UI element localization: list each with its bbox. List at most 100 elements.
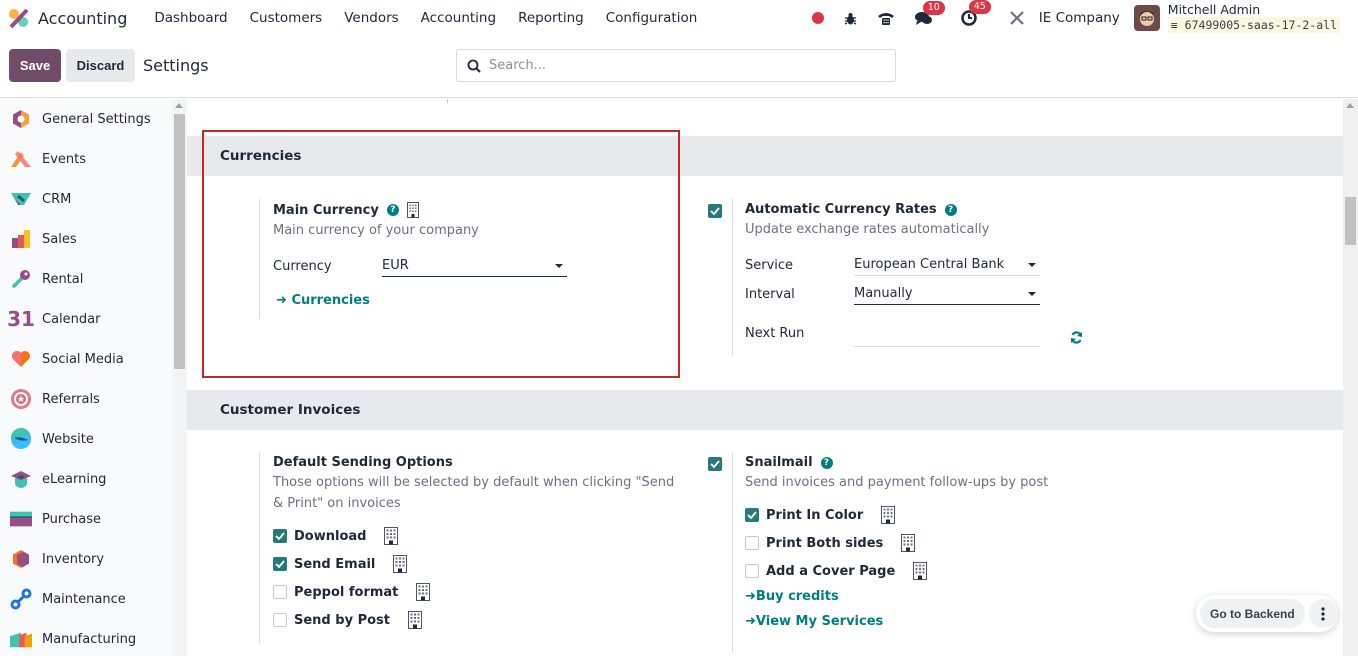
sidebar-item-inventory[interactable]: Inventory [0,539,172,579]
option-row[interactable]: Add a Cover Page [745,557,1125,585]
option-row[interactable]: Print Both sides [745,529,1125,557]
next-run-input[interactable] [854,319,1040,347]
menu-vendors[interactable]: Vendors [344,10,398,26]
content-scrollbar[interactable] [1343,99,1358,656]
auto-rates-title: Automatic Currency Rates ? [745,202,1125,217]
company-switcher[interactable]: IE Company [1039,10,1120,26]
settings-sidebar: General Settings Events CRM Sales Rental… [0,99,172,656]
phone-icon[interactable] [877,11,895,25]
currency-select[interactable]: EUR [382,255,567,277]
sidebar-item-sales[interactable]: Sales [0,219,172,259]
currency-field-label: Currency [273,258,332,274]
menu-reporting[interactable]: Reporting [518,10,584,26]
calendar-glyph: 31 [7,307,35,331]
maintenance-icon [10,588,32,610]
crm-icon [10,188,32,210]
sidebar-item-general-settings[interactable]: General Settings [0,99,172,139]
view-my-services-link[interactable]: ➜View My Services [745,614,1125,629]
interval-label: Interval [745,286,795,302]
sidebar-item-maintenance[interactable]: Maintenance [0,579,172,619]
auto-rates-checkbox[interactable] [708,204,722,218]
option-checkbox[interactable] [273,529,287,543]
option-checkbox[interactable] [745,508,759,522]
save-button[interactable]: Save [9,49,61,82]
option-checkbox[interactable] [273,557,287,571]
setting-auto-currency-rates: Automatic Currency Rates ? Update exchan… [745,202,1125,347]
sidebar-label: Calendar [42,311,101,327]
user-avatar[interactable] [1133,5,1160,31]
more-options-button[interactable] [1308,599,1338,628]
bug-icon[interactable] [844,12,857,25]
sidebar-item-events[interactable]: Events [0,139,172,179]
search-icon [467,59,481,73]
record-icon[interactable] [811,12,824,24]
sidebar-label: Inventory [42,551,105,567]
sidebar-item-rental[interactable]: Rental [0,259,172,299]
currency-field-row: Currency EUR [273,255,653,277]
menu-customers[interactable]: Customers [250,10,323,26]
scroll-up-arrow[interactable] [1346,103,1354,108]
control-panel: Save Discard Settings Search... [0,36,1358,98]
sidebar-item-social-media[interactable]: Social Media [0,339,172,379]
option-checkbox[interactable] [745,536,759,550]
sidebar-scrollbar[interactable] [172,99,187,656]
user-menu[interactable]: Mitchell Admin ≡ 67499005-saas-17-2-all [1167,3,1340,33]
divider [259,453,260,643]
view-my-services-label: View My Services [755,614,884,629]
company-building-icon [881,506,896,524]
sidebar-label: General Settings [42,111,151,127]
events-icon [10,148,32,170]
currencies-link[interactable]: ➜ Currencies [276,293,653,308]
option-label: Peppol format [294,584,399,600]
snailmail-checkbox[interactable] [708,457,722,471]
sidebar-scrollbar-thumb[interactable] [174,114,185,369]
option-label: Download [294,528,367,544]
option-checkbox[interactable] [273,613,287,627]
service-label: Service [745,257,794,273]
option-row[interactable]: Peppol format [273,578,693,606]
currencies-link-label: Currencies [291,293,370,308]
search-input[interactable]: Search... [456,49,896,82]
sidebar-item-referrals[interactable]: Referrals [0,379,172,419]
sidebar-item-manufacturing[interactable]: Manufacturing [0,619,172,659]
auto-rates-desc: Update exchange rates automatically [745,222,990,237]
go-to-backend-button[interactable]: Go to Backend [1200,599,1305,628]
discard-button[interactable]: Discard [66,49,135,82]
sidebar-item-crm[interactable]: CRM [0,179,172,219]
divider [732,453,733,653]
main-currency-desc: Main currency of your company [273,223,479,238]
sidebar-label: Rental [42,271,84,287]
activities-icon[interactable]: 45 [961,0,991,26]
content-scrollbar-thumb[interactable] [1345,197,1356,245]
top-navbar: Accounting Dashboard Customers Vendors A… [0,0,1358,36]
database-icon: ≡ [1170,18,1178,32]
buy-credits-link[interactable]: ➜Buy credits [745,589,1125,604]
menu-configuration[interactable]: Configuration [606,10,698,26]
sidebar-item-calendar[interactable]: 31 Calendar [0,299,172,339]
menu-accounting[interactable]: Accounting [421,10,496,26]
help-icon[interactable]: ? [944,203,957,216]
option-row[interactable]: Send by Post [273,606,693,634]
app-brand[interactable]: Accounting [8,7,143,29]
menu-dashboard[interactable]: Dashboard [154,10,227,26]
sidebar-item-purchase[interactable]: Purchase [0,499,172,539]
option-checkbox[interactable] [273,585,287,599]
option-row[interactable]: Send Email [273,550,693,578]
refresh-icon[interactable] [1070,330,1083,344]
snailmail-label: Snailmail [745,455,813,470]
referrals-icon [10,388,32,410]
service-select[interactable]: European Central Bank [854,254,1040,276]
company-building-icon [393,555,408,573]
tools-icon[interactable] [1009,10,1025,26]
sidebar-item-elearning[interactable]: eLearning [0,459,172,499]
option-row[interactable]: Print In Color [745,501,1125,529]
help-icon[interactable]: ? [386,204,399,216]
option-checkbox[interactable] [745,564,759,578]
help-icon[interactable]: ? [820,456,833,469]
interval-select[interactable]: Manually [854,283,1040,305]
activities-badge: 45 [968,0,991,14]
messages-icon[interactable]: 10 [914,0,945,26]
sidebar-item-website[interactable]: Website [0,419,172,459]
option-row[interactable]: Download [273,522,693,550]
scroll-up-arrow[interactable] [175,103,183,108]
